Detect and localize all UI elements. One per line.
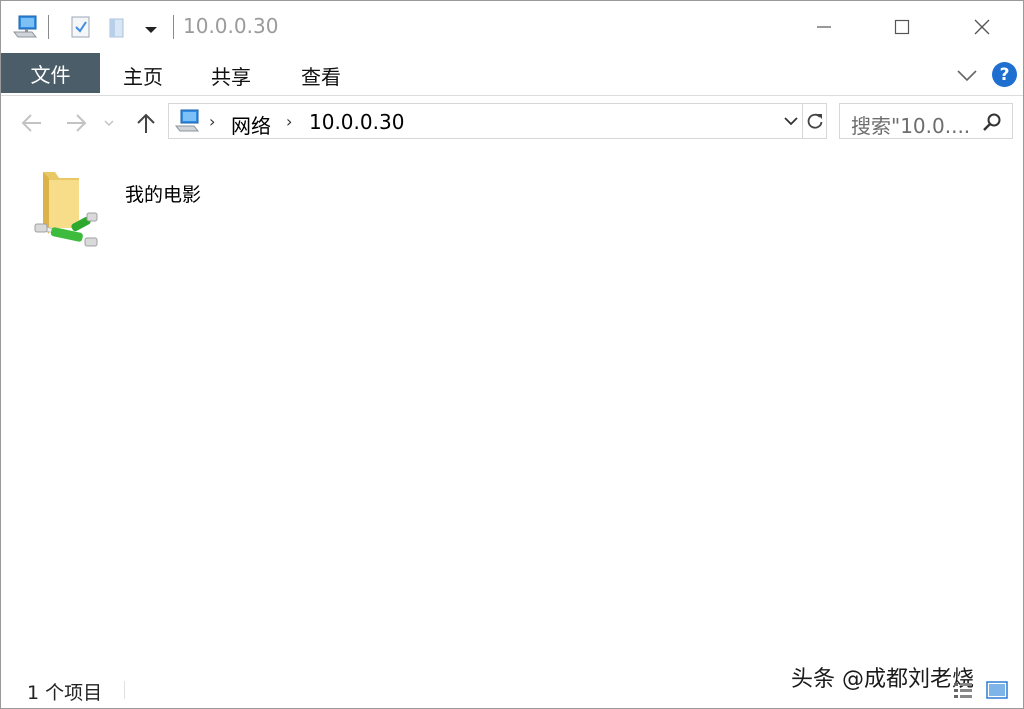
close-icon [974,19,990,35]
refresh-icon [807,113,823,129]
address-bar[interactable]: › 网络 › 10.0.0.30 [168,103,827,139]
forward-button[interactable] [62,109,90,137]
navigation-bar: › 网络 › 10.0.0.30 搜索"10.0.... [1,97,1023,149]
title-bar: 10.0.0.30 [1,1,1023,53]
title-separator [48,15,49,39]
shared-folder-icon [34,172,98,247]
tab-view[interactable]: 查看 [301,61,341,90]
recent-dropdown-icon [104,120,114,127]
list-item[interactable]: 我的电影 [27,166,267,256]
search-box[interactable]: 搜索"10.0.... [839,103,1013,139]
close-button[interactable] [943,1,1021,53]
minimize-button[interactable] [785,1,863,53]
search-icon[interactable] [980,110,1004,134]
status-bar: 1 个项目 头条 @成都刘老烧 [1,667,1023,708]
network-icon [174,109,200,132]
properties-icon[interactable] [67,13,95,41]
minimize-icon [817,26,831,28]
watermark-text: 头条 @成都刘老烧 [791,667,974,692]
breadcrumb-separator-icon[interactable]: › [286,112,292,131]
breadcrumb-separator-icon[interactable]: › [209,112,215,131]
expand-ribbon-chevron-icon[interactable] [955,63,979,87]
window-title: 10.0.0.30 [183,14,279,38]
breadcrumb-network[interactable]: 网络 [231,110,271,139]
details-view-icon[interactable] [951,679,975,701]
forward-arrow-icon [67,114,87,132]
breadcrumb-host[interactable]: 10.0.0.30 [309,110,404,134]
tab-share[interactable]: 共享 [211,61,251,90]
address-dropdown-button[interactable] [779,109,803,133]
computer-network-icon[interactable] [11,13,39,41]
chevron-down-icon [784,117,798,126]
search-placeholder[interactable]: 搜索"10.0.... [851,110,970,139]
up-arrow-icon [137,113,155,133]
maximize-button[interactable] [863,1,941,53]
new-folder-icon[interactable] [103,13,131,41]
tab-home[interactable]: 主页 [123,61,163,90]
status-separator [124,681,125,699]
refresh-button[interactable] [802,104,827,138]
item-label[interactable]: 我的电影 [125,180,201,207]
back-button[interactable] [18,109,46,137]
recent-locations-button[interactable] [99,109,119,137]
tab-file[interactable]: 文件 [1,53,100,93]
file-list: 我的电影 [1,151,1023,671]
large-icons-view-icon[interactable] [985,679,1009,701]
ribbon-tabs: 文件 主页 共享 查看 ? [1,53,1023,96]
explorer-window: 10.0.0.30 文件 主页 共享 查看 ? › 网络 › 10.0.0.30… [0,0,1024,709]
dropdown-arrow-icon[interactable] [137,13,165,41]
up-button[interactable] [132,109,160,137]
help-button[interactable]: ? [992,62,1017,87]
title-separator [173,15,174,39]
maximize-icon [894,19,910,35]
item-count: 1 个项目 [27,682,103,704]
back-arrow-icon [21,114,41,132]
